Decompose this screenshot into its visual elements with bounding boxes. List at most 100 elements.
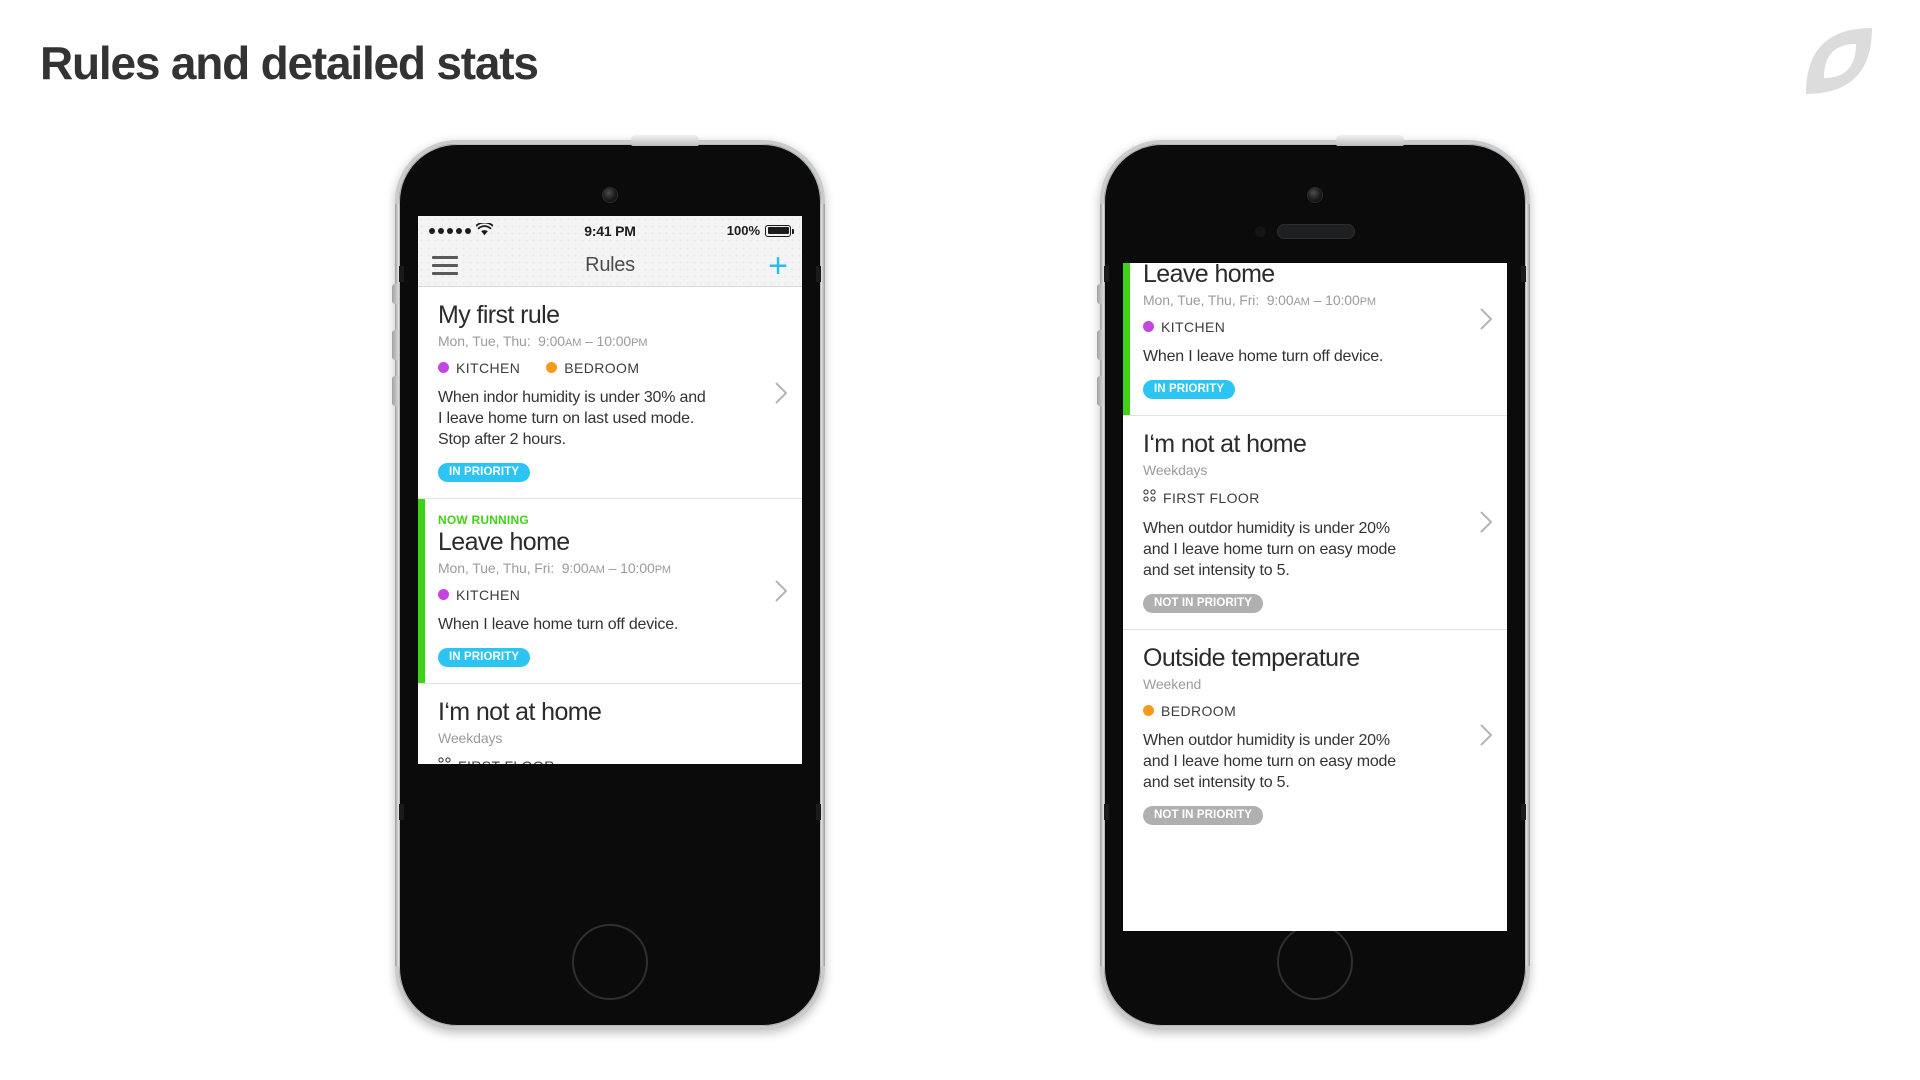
rule-title: I‘m not at home bbox=[1143, 429, 1307, 458]
antenna-band-left-lower bbox=[399, 804, 404, 820]
rule-card[interactable]: My first rule Mon, Tue, Thu: 9:00AM – 10… bbox=[418, 287, 802, 499]
room-tag: KITCHEN bbox=[1143, 319, 1225, 335]
grid-floor-icon bbox=[1143, 488, 1156, 507]
earpiece-speaker-icon bbox=[1277, 224, 1355, 239]
antenna-band-left bbox=[399, 266, 404, 282]
rule-card[interactable]: Leave home Mon, Tue, Thu, Fri: 9:00AM – … bbox=[1123, 263, 1507, 415]
rule-card[interactable]: I‘m not at home Weekdays bbox=[418, 682, 802, 764]
rule-rooms: KITCHEN bbox=[438, 587, 762, 603]
rule-rooms: FIRST FLOOR bbox=[1143, 488, 1467, 507]
antenna-band-left bbox=[1104, 266, 1109, 282]
plus-icon[interactable]: + bbox=[768, 249, 788, 283]
rule-schedule: Weekdays bbox=[438, 730, 762, 746]
rule-schedule-end-ampm: PM bbox=[1359, 295, 1376, 308]
rule-title: Leave home bbox=[1143, 263, 1275, 288]
room-tag: KITCHEN bbox=[438, 587, 520, 603]
power-button[interactable] bbox=[631, 135, 699, 146]
room-label: FIRST FLOOR bbox=[458, 758, 555, 764]
rule-schedule-days: Weekdays bbox=[438, 729, 503, 746]
room-tag: FIRST FLOOR bbox=[1143, 488, 1260, 507]
room-label: KITCHEN bbox=[1161, 318, 1226, 335]
rule-rooms: KITCHEN bbox=[1143, 319, 1467, 335]
rule-schedule-end-ampm: PM bbox=[631, 336, 648, 349]
rule-description: When outdor humidity is under 20% and I … bbox=[1143, 731, 1396, 791]
rule-schedule-dash: – bbox=[1309, 291, 1326, 308]
antenna-band-left-lower bbox=[1104, 804, 1109, 820]
proximity-sensor-icon bbox=[1255, 226, 1266, 237]
volume-down-button[interactable] bbox=[392, 376, 399, 406]
rule-description: When I leave home turn off device. bbox=[438, 615, 679, 633]
rule-card[interactable]: I‘m not at home Weekdays bbox=[1123, 414, 1507, 629]
room-label: BEDROOM bbox=[564, 359, 640, 376]
rule-schedule-dash: – bbox=[581, 332, 597, 349]
rule-schedule-end: 10:00 bbox=[620, 559, 655, 576]
rule-card[interactable]: Outside temperature Weekend BEDROOM When… bbox=[1123, 628, 1507, 842]
room-tag: BEDROOM bbox=[1143, 703, 1236, 719]
battery-full-icon bbox=[765, 224, 794, 237]
rule-rooms: KITCHEN BEDROOM bbox=[438, 360, 762, 376]
chevron-right-icon[interactable] bbox=[1480, 511, 1493, 538]
room-tag: KITCHEN bbox=[438, 360, 520, 376]
room-label: KITCHEN bbox=[456, 359, 521, 376]
chevron-right-icon[interactable] bbox=[775, 580, 788, 607]
room-label: BEDROOM bbox=[1161, 702, 1237, 719]
rule-description: When outdor humidity is under 20% and I … bbox=[1143, 519, 1396, 579]
home-button[interactable] bbox=[1277, 924, 1353, 1000]
mute-switch[interactable] bbox=[392, 284, 399, 304]
status-bar-time: 9:41 PM bbox=[584, 222, 636, 239]
home-button[interactable] bbox=[572, 924, 648, 1000]
grid-floor-icon bbox=[438, 757, 451, 764]
power-button[interactable] bbox=[1336, 135, 1404, 146]
chevron-right-icon[interactable] bbox=[1480, 724, 1493, 751]
rules-list-left[interactable]: My first rule Mon, Tue, Thu: 9:00AM – 10… bbox=[418, 287, 802, 764]
phone-left-screen: 9:41 PM 100% Rules + My first rule Mon, … bbox=[418, 216, 802, 764]
status-badge: IN PRIORITY bbox=[438, 463, 531, 483]
phone-right: Leave home Mon, Tue, Thu, Fri: 9:00AM – … bbox=[1097, 135, 1530, 1030]
rule-card[interactable]: NOW RUNNING Leave home Mon, Tue, Thu, Fr… bbox=[418, 498, 802, 683]
rule-schedule-days: Mon, Tue, Thu, Fri: bbox=[438, 559, 555, 576]
rule-schedule-days: Weekdays bbox=[1143, 461, 1208, 478]
status-badge: NOT IN PRIORITY bbox=[1143, 806, 1263, 826]
antenna-band-right-lower bbox=[816, 804, 821, 820]
volume-up-button[interactable] bbox=[1097, 330, 1104, 360]
status-badge: IN PRIORITY bbox=[438, 647, 531, 667]
rule-schedule-days: Mon, Tue, Thu, Fri: bbox=[1143, 291, 1260, 308]
room-label: FIRST FLOOR bbox=[1163, 489, 1260, 506]
mute-switch[interactable] bbox=[1097, 284, 1104, 304]
rule-schedule-end-ampm: PM bbox=[654, 563, 671, 576]
rule-title: I‘m not at home bbox=[438, 697, 602, 726]
rule-title: My first rule bbox=[438, 301, 560, 329]
rule-rooms: BEDROOM bbox=[1143, 703, 1467, 719]
rules-list-right[interactable]: Leave home Mon, Tue, Thu, Fri: 9:00AM – … bbox=[1123, 263, 1507, 842]
rule-description: When indor humidity is under 30% and I l… bbox=[438, 388, 706, 448]
volume-down-button[interactable] bbox=[1097, 376, 1104, 406]
dot-icon bbox=[1143, 705, 1154, 717]
antenna-band-right bbox=[1521, 266, 1526, 282]
dot-icon bbox=[438, 362, 449, 374]
status-bar: 9:41 PM 100% bbox=[418, 216, 802, 245]
dot-icon bbox=[546, 362, 558, 374]
rule-schedule-start-ampm: AM bbox=[588, 563, 605, 576]
rule-schedule: Weekend bbox=[1143, 676, 1467, 692]
page-nav-title: Rules bbox=[585, 254, 635, 276]
phone-right-screen: Leave home Mon, Tue, Thu, Fri: 9:00AM – … bbox=[1123, 263, 1507, 931]
rule-schedule: Mon, Tue, Thu, Fri: 9:00AM – 10:00PM bbox=[1143, 292, 1467, 308]
room-label: KITCHEN bbox=[456, 586, 521, 603]
antenna-band-right bbox=[816, 266, 821, 282]
rule-schedule-end: 10:00 bbox=[1325, 291, 1360, 308]
rule-description: When I leave home turn off device. bbox=[1143, 347, 1384, 365]
chevron-right-icon[interactable] bbox=[1480, 308, 1493, 335]
rule-rooms: FIRST FLOOR bbox=[438, 757, 762, 764]
room-tag: BEDROOM bbox=[546, 360, 639, 376]
rule-schedule: Mon, Tue, Thu: 9:00AM – 10:00PM bbox=[438, 333, 762, 349]
room-tag: FIRST FLOOR bbox=[438, 757, 555, 764]
chevron-right-icon[interactable] bbox=[775, 382, 788, 409]
rule-schedule-start: 9:00 bbox=[538, 332, 565, 349]
status-badge: NOT IN PRIORITY bbox=[1143, 593, 1263, 613]
rule-schedule: Mon, Tue, Thu, Fri: 9:00AM – 10:00PM bbox=[438, 560, 762, 576]
rule-title: Outside temperature bbox=[1143, 643, 1360, 672]
rule-schedule-start-ampm: AM bbox=[1293, 295, 1310, 308]
phone-left: 9:41 PM 100% Rules + My first rule Mon, … bbox=[392, 135, 825, 1030]
rule-title: Leave home bbox=[438, 528, 570, 557]
volume-up-button[interactable] bbox=[392, 330, 399, 360]
